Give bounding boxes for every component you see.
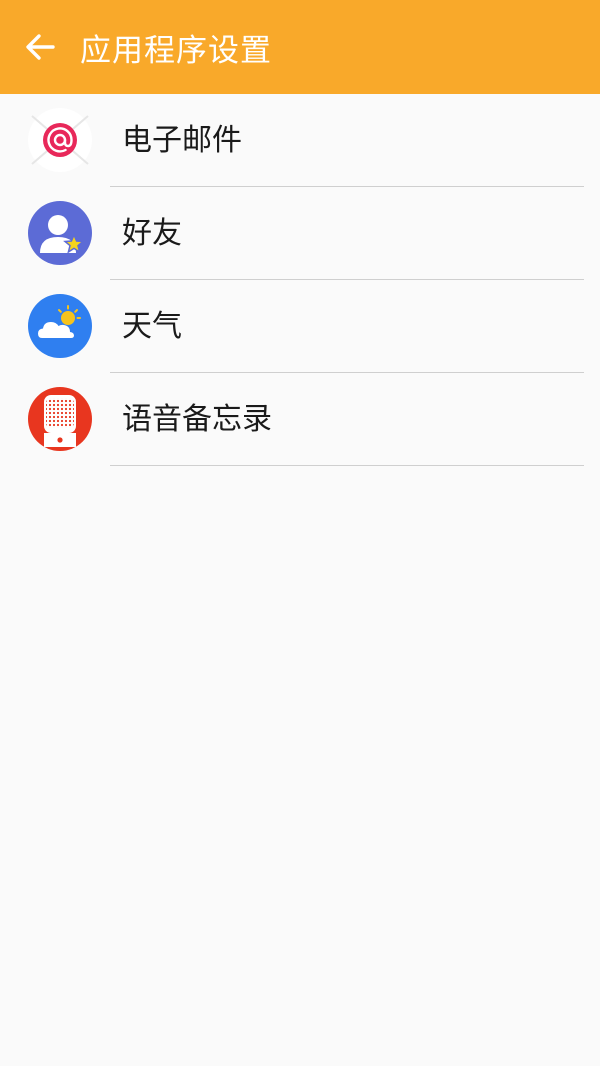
app-bar: 应用程序设置 — [0, 0, 600, 94]
app-settings-screen: 应用程序设置 电子邮件 好友 天气 语音备忘录 — [0, 0, 600, 1066]
item-label: 电子邮件 — [122, 123, 242, 158]
app-list: 电子邮件 好友 天气 语音备忘录 — [0, 94, 600, 466]
item-label: 好友 — [122, 216, 182, 251]
weather-icon — [28, 294, 92, 358]
item-label: 语音备忘录 — [122, 402, 272, 437]
list-item-weather[interactable]: 天气 — [0, 280, 600, 373]
friends-icon — [28, 201, 92, 265]
back-button[interactable] — [0, 0, 80, 94]
list-item-voice-memo[interactable]: 语音备忘录 — [0, 373, 600, 466]
page-title: 应用程序设置 — [80, 32, 272, 69]
list-item-email[interactable]: 电子邮件 — [0, 94, 600, 187]
arrow-left-icon — [26, 34, 55, 60]
email-icon — [28, 108, 92, 172]
voice-memo-icon — [28, 387, 92, 451]
item-label: 天气 — [122, 309, 182, 344]
list-item-friends[interactable]: 好友 — [0, 187, 600, 280]
